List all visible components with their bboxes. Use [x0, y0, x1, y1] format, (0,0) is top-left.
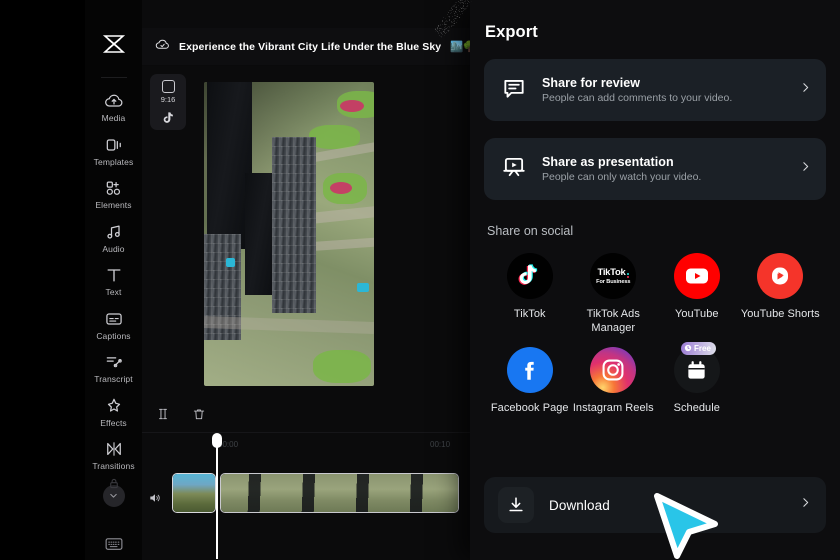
timeline-track — [142, 473, 500, 533]
clock-icon — [684, 344, 692, 354]
captions-icon — [105, 312, 122, 325]
panel-title: Export — [485, 23, 538, 41]
social-grid: TikTok TikTok For Business TikTok Ads Ma… — [484, 253, 826, 416]
timeline-tick: 00:10 — [430, 440, 451, 449]
tiktok-icon — [506, 253, 553, 299]
timeline: 00:00 00:10 — [142, 400, 500, 560]
tiktok-icon — [162, 111, 175, 130]
share-card-subtitle: People can only watch your video. — [542, 171, 702, 183]
instagram-icon — [590, 347, 637, 393]
keyboard-icon — [105, 537, 122, 550]
social-label: Instagram Reels — [572, 402, 654, 414]
effects-sparkle-icon — [107, 398, 120, 412]
speaker-icon[interactable] — [148, 491, 162, 510]
sidebar-item-label: Audio — [102, 243, 125, 254]
templates-icon — [106, 138, 121, 151]
social-item-tiktok[interactable]: TikTok — [488, 253, 572, 335]
cloud-upload-icon — [104, 94, 122, 107]
share-card-title: Share as presentation — [542, 155, 674, 169]
social-item-youtube-shorts[interactable]: YouTube Shorts — [739, 253, 823, 335]
sidebar-item-label: Media — [101, 113, 126, 123]
capcut-logo-icon[interactable] — [102, 34, 126, 59]
sidebar-item-label: Captions — [96, 330, 131, 341]
keyboard-shortcuts-button[interactable] — [105, 537, 123, 556]
social-item-tiktok-ads-manager[interactable]: TikTok For Business TikTok Ads Manager — [572, 253, 656, 335]
video-preview[interactable] — [204, 82, 374, 386]
share-card-title: Share for review — [542, 76, 641, 90]
export-panel: Export Share for review People can add c… — [470, 0, 840, 560]
app-window: Media Templates Elements Audio Text Capt… — [0, 0, 840, 560]
chevron-right-icon — [799, 81, 812, 99]
download-label: Download — [549, 497, 610, 513]
page-title: Experience the Vibrant City Life Under t… — [179, 40, 442, 53]
youtube-icon — [673, 253, 720, 299]
social-item-facebook-page[interactable]: Facebook Page — [488, 347, 572, 416]
timeline-clip[interactable] — [172, 473, 216, 513]
split-clip-icon[interactable] — [156, 407, 170, 426]
social-item-schedule[interactable]: Free Schedule — [655, 342, 739, 416]
trash-icon[interactable] — [192, 407, 206, 426]
sidebar-divider — [100, 77, 127, 78]
share-card-subtitle: People can add comments to your video. — [542, 92, 733, 104]
sidebar-item-transcript[interactable]: Transcript — [85, 345, 142, 389]
social-label: Schedule — [673, 402, 720, 414]
social-label: YouTube Shorts — [740, 308, 820, 320]
music-note-icon — [106, 225, 120, 239]
social-item-instagram-reels[interactable]: Instagram Reels — [572, 347, 656, 416]
transcript-icon — [106, 357, 122, 368]
sidebar-item-elements[interactable]: Elements — [85, 171, 142, 215]
social-label: YouTube — [674, 308, 719, 320]
sidebar-item-effects[interactable]: Effects — [85, 389, 142, 433]
sidebar-item-label: Transcript — [94, 374, 133, 384]
sidebar-item-media[interactable]: Media — [85, 84, 142, 128]
transitions-icon — [106, 442, 121, 456]
sidebar-item-label: Text — [105, 287, 122, 297]
aspect-ratio-label: 9:16 — [160, 95, 176, 104]
preview-stage: 9:16 — [142, 66, 500, 400]
sidebar-item-captions[interactable]: Captions — [85, 302, 142, 346]
download-button[interactable]: Download — [484, 477, 826, 533]
sidebar-item-templates[interactable]: Templates — [85, 128, 142, 172]
free-badge-label: Free — [694, 344, 711, 353]
share-as-presentation-button[interactable]: Share as presentation People can only wa… — [484, 138, 826, 200]
sidebar-item-label: Elements — [95, 200, 132, 210]
social-label: TikTok Ads Manager — [586, 308, 640, 334]
sidebar-collapse-button[interactable] — [102, 478, 125, 507]
sidebar-item-transitions[interactable]: Transitions — [85, 432, 142, 476]
tiktok-for-business-icon: TikTok For Business — [590, 253, 637, 299]
sidebar-item-label: Templates — [93, 156, 134, 167]
youtube-shorts-icon — [757, 253, 804, 299]
chevron-right-icon — [799, 496, 812, 514]
left-sidebar: Media Templates Elements Audio Text Capt… — [85, 0, 142, 560]
screenshot-noise-artifact — [434, 0, 472, 38]
download-icon — [498, 487, 534, 523]
free-badge: Free — [681, 342, 716, 355]
sidebar-item-label: Effects — [100, 417, 127, 428]
social-item-youtube[interactable]: YouTube — [655, 253, 739, 335]
cloud-saved-icon — [155, 37, 170, 57]
presentation-play-icon — [501, 154, 527, 185]
timeline-toolbar — [142, 400, 500, 433]
social-label: Facebook Page — [490, 402, 569, 414]
sidebar-item-audio[interactable]: Audio — [85, 215, 142, 259]
elements-plus-icon — [106, 181, 120, 195]
share-for-review-button[interactable]: Share for review People can add comments… — [484, 59, 826, 121]
facebook-icon — [506, 347, 553, 393]
portrait-frame-icon — [161, 80, 175, 93]
video-editor: Media Templates Elements Audio Text Capt… — [85, 0, 500, 560]
timeline-ruler[interactable]: 00:00 00:10 — [142, 433, 500, 559]
sidebar-item-label: Transitions — [92, 461, 135, 471]
chevron-right-icon — [799, 160, 812, 178]
social-label: TikTok — [513, 308, 546, 320]
text-t-icon — [107, 269, 120, 282]
timeline-clip[interactable] — [220, 473, 459, 513]
share-on-social-label: Share on social — [487, 224, 574, 238]
lock-icon — [107, 477, 120, 495]
aspect-ratio-card[interactable]: 9:16 — [150, 74, 186, 130]
sidebar-item-text[interactable]: Text — [85, 258, 142, 302]
comment-bubble-icon — [501, 75, 527, 106]
